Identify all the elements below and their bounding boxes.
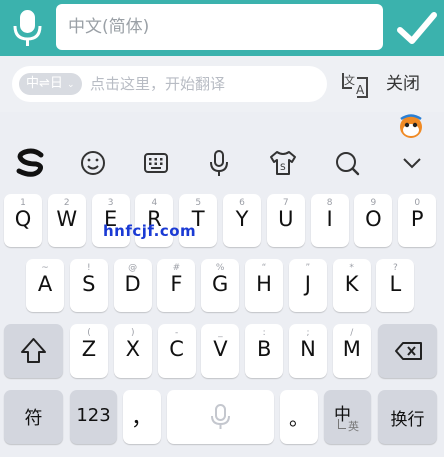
key-x[interactable]: ) X (113, 324, 152, 378)
key-j[interactable]: ” J (288, 259, 327, 312)
key-z[interactable]: (Z (70, 324, 108, 378)
key-o[interactable]: 9O (354, 194, 393, 247)
key-label: D (124, 272, 141, 296)
key-label: W (56, 207, 78, 231)
close-translate-button[interactable]: 关闭 (386, 56, 420, 112)
symbol-key[interactable]: 符 (4, 390, 63, 444)
switch-bracket-icon (338, 419, 346, 429)
key-label: L (389, 272, 402, 296)
key-a[interactable]: ~ A (26, 259, 64, 312)
key-l[interactable]: ? L (376, 259, 415, 312)
svg-text:S: S (280, 163, 286, 173)
key-label: B (256, 337, 272, 361)
microphone-icon[interactable] (204, 148, 234, 178)
key-w[interactable]: 2W (47, 194, 86, 247)
skin-shirt-icon[interactable]: S (268, 148, 298, 178)
enter-key[interactable]: 换行 (378, 390, 437, 444)
key-v[interactable]: _ V (201, 324, 240, 378)
language-pair-label: 中⇌日 (26, 76, 63, 91)
number-key[interactable]: 123 (70, 390, 117, 444)
key-y[interactable]: 6Y (223, 194, 261, 247)
key-p[interactable]: 0P (398, 194, 437, 247)
key-s[interactable]: ! S (69, 259, 108, 312)
translate-placeholder: 点击这里，开始翻译 (90, 75, 226, 93)
keyboard-icon[interactable] (141, 148, 171, 178)
search-icon[interactable] (332, 148, 362, 178)
chevron-down-icon[interactable] (397, 148, 427, 178)
shift-key[interactable] (4, 324, 63, 378)
key-label: A (37, 272, 53, 296)
space-microphone-icon (211, 404, 230, 429)
voice-input-microphone-icon[interactable] (6, 4, 50, 50)
translate-input[interactable]: 中⇌日 ⌄ 点击这里，开始翻译 (12, 66, 327, 102)
key-label: ， (130, 406, 153, 431)
key-label: P (410, 207, 424, 231)
key-label: N (300, 337, 316, 361)
translate-icon[interactable]: 文 A (340, 70, 370, 100)
text-input-field[interactable]: 中文(简体) (56, 4, 383, 50)
key-label: K (344, 272, 359, 296)
keyboard-toolbar: S (0, 140, 444, 186)
key-u[interactable]: 7U (266, 194, 305, 247)
language-pair-selector[interactable]: 中⇌日 ⌄ (19, 73, 82, 95)
key-label: M (342, 337, 361, 361)
key-label: J (304, 272, 311, 296)
language-switch-sub-label: 英 (348, 420, 359, 433)
sogou-logo-icon[interactable] (14, 146, 46, 180)
key-label: S (82, 272, 96, 296)
svg-text:A: A (356, 83, 365, 97)
space-key[interactable] (167, 390, 274, 444)
key-label: I (326, 207, 333, 231)
key-k[interactable]: * K (332, 259, 371, 312)
emoji-icon[interactable] (79, 148, 109, 178)
key-label: Y (235, 207, 249, 231)
key-label: F (170, 272, 183, 296)
key-b[interactable]: :B (245, 324, 284, 378)
period-key[interactable]: 。 (280, 390, 318, 444)
key-q[interactable]: 1Q (4, 194, 42, 247)
shift-arrow-icon (21, 338, 46, 363)
chevron-down-icon: ⌄ (67, 80, 75, 90)
backspace-icon (395, 342, 422, 360)
watermark-text: hnfcjf.com (103, 222, 197, 240)
key-m[interactable]: / M (332, 324, 371, 378)
svg-text:文: 文 (344, 73, 355, 87)
key-label: 。 (289, 406, 309, 430)
key-label: Q (14, 207, 32, 231)
key-d[interactable]: @ D (113, 259, 152, 312)
language-switch-key[interactable]: 中英 (324, 390, 371, 444)
confirm-checkmark-icon[interactable] (392, 6, 440, 50)
top-bar: 中文(简体) (0, 0, 444, 56)
key-label: 换行 (390, 410, 425, 430)
key-label: G (212, 272, 229, 296)
key-f[interactable]: # F (157, 259, 196, 312)
key-label: H (256, 272, 272, 296)
key-g[interactable]: % G (201, 259, 240, 312)
key-n[interactable]: ; N (289, 324, 327, 378)
key-h[interactable]: “H (245, 259, 283, 312)
key-label: U (278, 207, 294, 231)
key-label: 123 (76, 405, 111, 426)
key-i[interactable]: 8I (310, 194, 349, 247)
translate-bar: 中⇌日 ⌄ 点击这里，开始翻译 文 A 关闭 (0, 56, 444, 112)
key-label: X (125, 337, 140, 361)
backspace-key[interactable] (378, 324, 437, 378)
key-label: Z (81, 337, 97, 361)
key-c[interactable]: -C (157, 324, 196, 378)
key-label: V (213, 337, 228, 361)
key-label: 符 (24, 408, 43, 429)
comma-key[interactable]: ， (123, 390, 161, 444)
key-label: C (169, 337, 184, 361)
sogou-mascot-icon[interactable] (398, 113, 424, 139)
key-label: O (365, 207, 382, 231)
